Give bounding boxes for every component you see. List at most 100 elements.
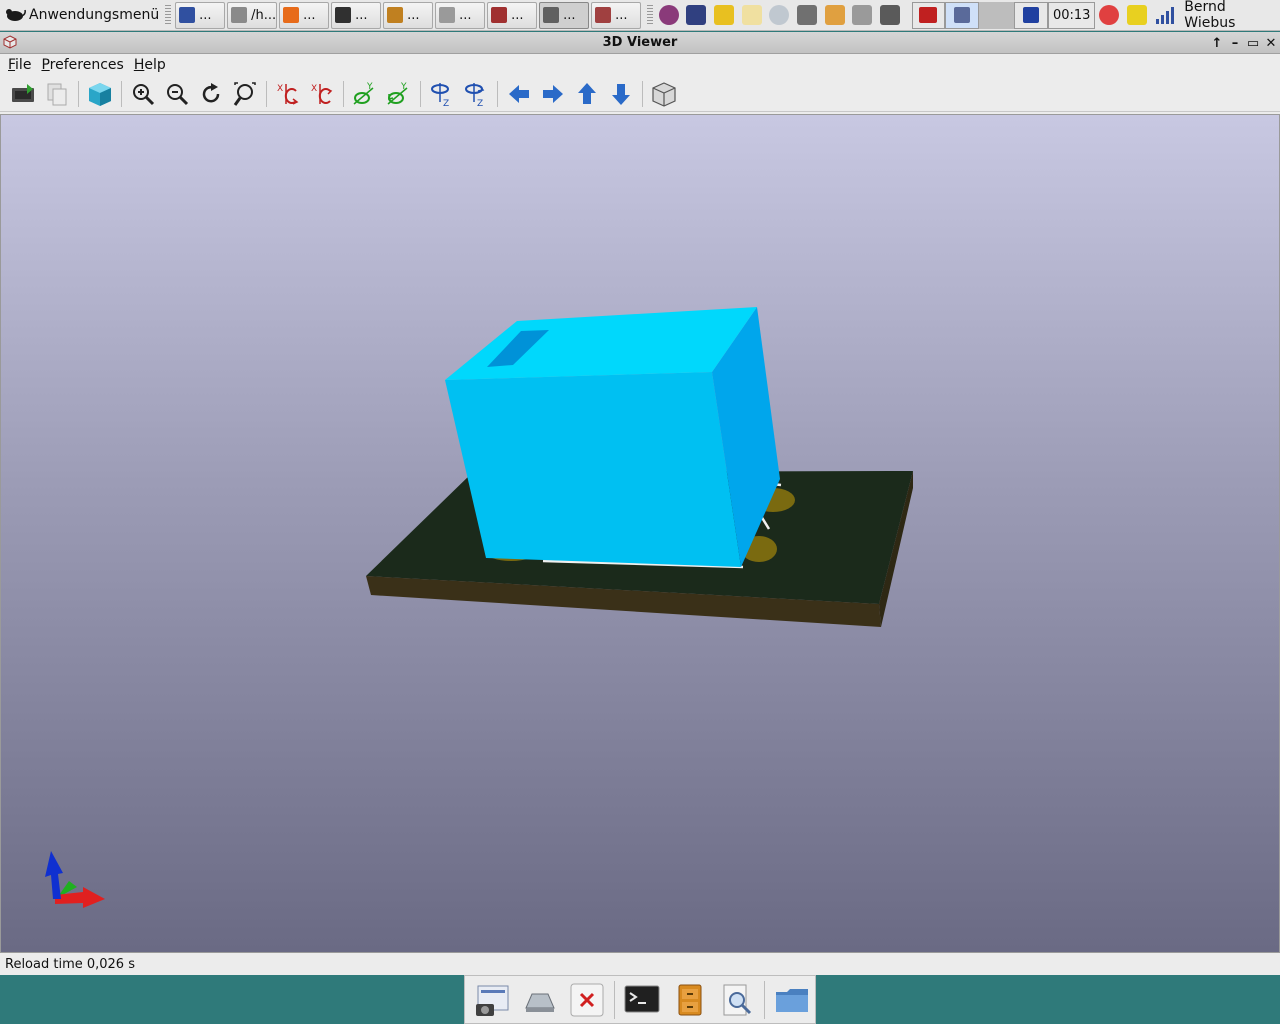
xfce-mouse-icon xyxy=(6,9,26,21)
move-right-button[interactable] xyxy=(536,78,570,110)
sync-launcher[interactable] xyxy=(655,1,683,29)
rotate-z-icon: Z xyxy=(431,82,449,108)
dock-terminal[interactable] xyxy=(619,978,665,1022)
screenshot-launcher[interactable] xyxy=(848,1,876,29)
editor-launcher[interactable] xyxy=(710,1,738,29)
firefox-icon xyxy=(283,7,300,23)
close-x-icon xyxy=(570,983,604,1016)
search-launcher[interactable] xyxy=(766,1,794,29)
notes-tray[interactable] xyxy=(1123,1,1151,29)
taskbar-button[interactable]: ... xyxy=(591,1,642,29)
arrow-left-icon xyxy=(509,84,529,103)
move-down-button[interactable] xyxy=(604,78,638,110)
toolbar-separator xyxy=(266,80,267,107)
pointer-launcher[interactable] xyxy=(683,1,711,29)
zoom-out-button[interactable] xyxy=(160,78,194,110)
tray-3d-icon xyxy=(919,7,938,23)
schematic-launcher[interactable] xyxy=(821,1,849,29)
keep-above-icon[interactable]: ↑ xyxy=(1210,36,1224,51)
axis-gizmo xyxy=(45,851,105,908)
svg-text:Z: Z xyxy=(477,99,483,108)
move-left-button[interactable] xyxy=(502,78,536,110)
tray-app-1[interactable] xyxy=(911,1,946,29)
dock-xkill[interactable] xyxy=(564,978,610,1022)
redraw-button[interactable] xyxy=(194,78,228,110)
taskbar-button-label: ... xyxy=(355,7,368,23)
toolbar-separator xyxy=(121,80,122,107)
rotate-x-cw-button[interactable]: X xyxy=(271,78,305,110)
calculator-launcher[interactable] xyxy=(793,1,821,29)
user-name[interactable]: Bernd Wiebus xyxy=(1184,0,1280,31)
taskbar-button[interactable]: /h... xyxy=(227,1,278,29)
dock-home-folder[interactable] xyxy=(769,978,815,1022)
taskbar-button[interactable]: ... xyxy=(175,1,226,29)
menu-help[interactable]: Help xyxy=(129,57,171,73)
tray-icon xyxy=(524,993,555,1012)
close-icon[interactable]: ✕ xyxy=(1264,36,1278,51)
alarm-tray[interactable] xyxy=(1095,1,1123,29)
dock-file-manager[interactable] xyxy=(667,978,713,1022)
toolbar-separator xyxy=(497,80,498,107)
menu-preferences[interactable]: Preferences xyxy=(36,57,128,73)
arrow-right-icon xyxy=(543,84,563,103)
toolbar-separator xyxy=(420,80,421,107)
sync-icon xyxy=(658,5,679,25)
window-controls: ↑ – ▭ ✕ xyxy=(1210,32,1278,54)
maximize-icon[interactable]: ▭ xyxy=(1246,36,1260,51)
application-menu-button[interactable]: Anwendungsmenü xyxy=(0,0,163,31)
dock-separator xyxy=(614,980,616,1019)
reload-board-button[interactable] xyxy=(6,78,40,110)
menu-file[interactable]: File xyxy=(3,57,36,73)
rotate-x-icon: X xyxy=(277,83,299,105)
rotate-x-ccw-button[interactable]: X xyxy=(305,78,339,110)
rotate-y-ccw-button[interactable]: Y xyxy=(382,78,416,110)
tray-blank xyxy=(978,1,1015,29)
taskbar-button[interactable]: ... xyxy=(539,1,590,29)
tray-app-3[interactable] xyxy=(1014,1,1048,29)
rotate-y-icon: Y xyxy=(353,82,374,105)
pointer-icon xyxy=(686,5,707,25)
3d-settings-button[interactable] xyxy=(83,78,117,110)
copy-image-button[interactable] xyxy=(40,78,74,110)
window-title: 3D Viewer xyxy=(602,35,678,50)
rotate-z-cw-button[interactable]: Z xyxy=(425,78,459,110)
mail-icon xyxy=(231,7,248,23)
tray-app-2[interactable] xyxy=(945,1,979,29)
svg-text:X: X xyxy=(311,84,317,94)
clock[interactable]: 00:13 xyxy=(1047,1,1096,29)
calc2-launcher[interactable] xyxy=(876,1,904,29)
move-up-button[interactable] xyxy=(570,78,604,110)
zoom-in-button[interactable] xyxy=(126,78,160,110)
axis-x-arrow xyxy=(55,887,105,908)
taskbar-button-label: ... xyxy=(511,7,524,23)
taskbar-button-label: ... xyxy=(407,7,420,23)
network-tray[interactable] xyxy=(1151,1,1179,29)
ortho-view-button[interactable] xyxy=(647,78,681,110)
rotate-y-cw-button[interactable]: Y xyxy=(348,78,382,110)
3d-viewer-app-icon xyxy=(3,35,17,49)
taskbar-button[interactable]: ... xyxy=(383,1,434,29)
minimize-icon[interactable]: – xyxy=(1228,36,1242,51)
dock-screenshot[interactable] xyxy=(469,978,515,1022)
taskbar-button[interactable]: ... xyxy=(435,1,486,29)
alarm-clock-icon xyxy=(1099,5,1120,25)
status-bar: Reload time 0,026 s xyxy=(0,953,1280,975)
dock-search[interactable] xyxy=(715,978,761,1022)
rotate-z-icon: Z xyxy=(465,82,485,108)
title-bar[interactable]: 3D Viewer ↑ – ▭ ✕ xyxy=(0,32,1280,54)
taskbar-button[interactable]: ... xyxy=(487,1,538,29)
zoom-fit-button[interactable] xyxy=(228,78,262,110)
folder-icon xyxy=(776,988,809,1012)
rotate-z-ccw-button[interactable]: Z xyxy=(459,78,493,110)
pencil-icon xyxy=(714,5,735,25)
notes-launcher[interactable] xyxy=(738,1,766,29)
sticky-notes-icon xyxy=(1126,5,1147,25)
calculator-icon xyxy=(796,5,817,25)
taskbar-button[interactable]: ... xyxy=(331,1,382,29)
component-body-top xyxy=(445,307,757,380)
taskbar-button[interactable]: ... xyxy=(279,1,330,29)
3d-canvas[interactable] xyxy=(0,114,1280,953)
toolbar-separator xyxy=(642,80,643,107)
dock-shade[interactable] xyxy=(517,978,563,1022)
rotate-x-icon: X xyxy=(311,83,333,104)
